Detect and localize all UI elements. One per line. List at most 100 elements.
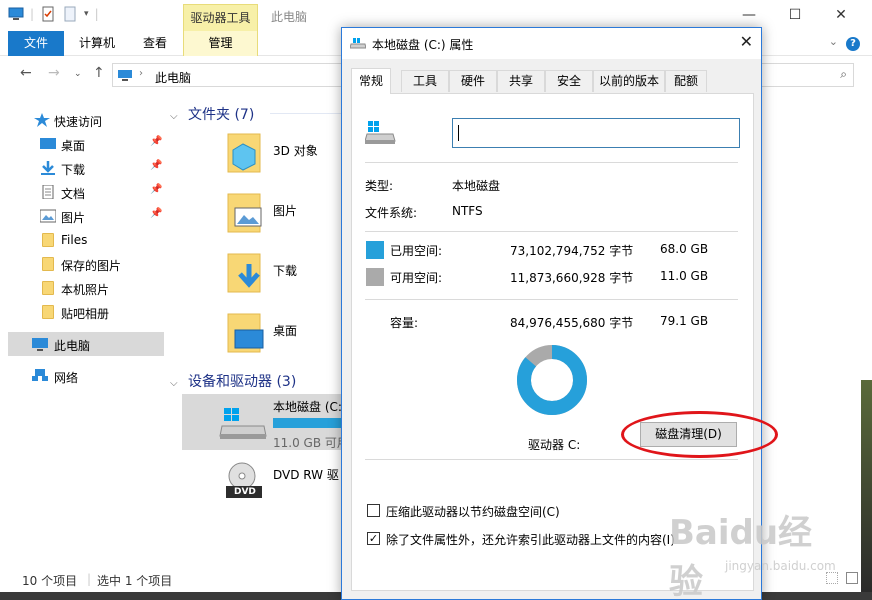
tab-hardware[interactable]: 硬件	[449, 70, 497, 92]
sidebar-item-desktop[interactable]: 桌面 📌	[8, 132, 164, 156]
sidebar-item-quick-access[interactable]: 快速访问	[8, 108, 164, 132]
compress-checkbox[interactable]	[367, 504, 380, 517]
divider	[365, 162, 738, 163]
status-selected-count: 选中 1 个项目	[97, 574, 173, 588]
explorer-title: 此电脑	[271, 10, 308, 24]
type-value: 本地磁盘	[452, 179, 501, 193]
pin-icon[interactable]: 📌	[150, 136, 162, 147]
compress-label[interactable]: 压缩此驱动器以节约磁盘空间(C)	[386, 503, 560, 520]
context-tab-label: 驱动器工具	[190, 11, 251, 25]
network-icon	[32, 369, 48, 383]
downloads-folder-icon	[225, 250, 265, 296]
qat-dropdown-icon[interactable]: ▾	[84, 9, 89, 19]
index-label[interactable]: 除了文件属性外，还允许索引此驱动器上文件的内容(I)	[386, 531, 675, 548]
sidebar-item-label: Files	[61, 233, 88, 247]
folder-tile-desktop[interactable]: 桌面	[225, 310, 345, 366]
navigation-pane: 快速访问 桌面 📌 下载 📌 文档 📌 图片 📌 Files 保存的图片 本机照…	[8, 100, 164, 560]
free-space-bytes: 11,873,660,928 字节	[510, 271, 634, 285]
index-checkbox[interactable]: ✓	[367, 532, 380, 545]
sidebar-item-downloads[interactable]: 下载 📌	[8, 156, 164, 180]
used-space-bytes: 73,102,794,752 字节	[510, 244, 634, 258]
up-arrow-icon[interactable]: ↑	[93, 65, 105, 81]
group-header-devices[interactable]: ⌵ 设备和驱动器 (3)	[170, 371, 296, 391]
properties-icon[interactable]	[40, 6, 56, 22]
dvd-drive-icon: DVD	[220, 462, 270, 505]
folder-icon	[42, 233, 54, 247]
tab-security[interactable]: 安全	[545, 70, 593, 92]
folder-tile-3d-objects[interactable]: 3D 对象	[225, 130, 345, 186]
tab-sharing[interactable]: 共享	[497, 70, 545, 92]
recent-dropdown-icon[interactable]: ⌄	[74, 69, 82, 79]
forward-arrow-icon[interactable]: →	[48, 65, 60, 81]
star-icon	[34, 113, 50, 127]
drive-tools-context-tab: 驱动器工具	[183, 4, 258, 32]
3d-objects-folder-icon	[225, 130, 265, 176]
volume-label-input[interactable]	[452, 118, 740, 148]
pictures-folder-icon	[225, 190, 265, 236]
folder-icon	[42, 305, 54, 319]
pin-icon[interactable]: 📌	[150, 184, 162, 195]
tab-computer[interactable]: 计算机	[66, 31, 128, 56]
close-icon[interactable]: ✕	[740, 32, 753, 51]
sidebar-item-tieba-album[interactable]: 贴吧相册	[8, 300, 164, 324]
maximize-button[interactable]: ☐	[772, 0, 818, 31]
group-header-folders[interactable]: ⌵ 文件夹 (7)	[170, 104, 254, 124]
desktop-background-edge	[861, 380, 872, 592]
address-input[interactable]: › 此电脑	[112, 63, 344, 87]
sidebar-item-pictures[interactable]: 图片 📌	[8, 204, 164, 228]
sidebar-item-this-pc[interactable]: 此电脑	[8, 332, 164, 356]
pc-icon	[117, 69, 133, 81]
tab-tools[interactable]: 工具	[401, 70, 449, 92]
sidebar-item-documents[interactable]: 文档 📌	[8, 180, 164, 204]
download-icon	[40, 161, 56, 175]
pin-icon[interactable]: 📌	[150, 208, 162, 219]
pc-icon[interactable]	[8, 6, 24, 22]
sidebar-item-network[interactable]: 网络	[8, 364, 164, 388]
new-folder-icon[interactable]	[62, 6, 78, 22]
back-arrow-icon[interactable]: ←	[20, 65, 32, 81]
dialog-titlebar: 本地磁盘 (C:) 属性 ✕	[342, 28, 761, 59]
pin-icon[interactable]: 📌	[150, 160, 162, 171]
close-button[interactable]: ✕	[818, 0, 864, 31]
divider	[365, 299, 738, 300]
sidebar-item-camera-roll[interactable]: 本机照片	[8, 276, 164, 300]
help-icon[interactable]: ?	[846, 37, 860, 51]
used-space-swatch	[366, 241, 384, 259]
qat-separator: |	[30, 7, 35, 21]
sidebar-item-label: 贴吧相册	[61, 307, 110, 321]
sidebar-item-saved-pictures[interactable]: 保存的图片	[8, 252, 164, 276]
qat-separator-2: |	[94, 7, 99, 21]
free-space-label: 可用空间:	[390, 271, 443, 285]
tab-previous-versions[interactable]: 以前的版本	[593, 70, 665, 92]
drive-free-space: 11.0 GB 可用	[273, 436, 349, 450]
highlight-annotation	[621, 411, 778, 458]
drive-name: DVD RW 驱	[273, 468, 339, 482]
chevron-down-icon[interactable]: ⌄	[829, 35, 838, 48]
drive-tile-c[interactable]: 本地磁盘 (C: 11.0 GB 可用	[182, 394, 357, 450]
tab-view[interactable]: 查看	[134, 31, 176, 56]
drive-tile-dvd[interactable]: DVD DVD RW 驱	[182, 462, 357, 518]
folder-tile-pictures[interactable]: 图片	[225, 190, 345, 246]
sidebar-item-label: 快速访问	[54, 115, 103, 129]
status-item-count: 10 个项目	[22, 574, 78, 588]
tab-general[interactable]: 常规	[351, 68, 391, 94]
folder-icon	[42, 257, 54, 271]
tab-file[interactable]: 文件	[8, 31, 64, 56]
local-disk-icon	[218, 404, 268, 443]
drive-name: 本地磁盘 (C:	[273, 400, 342, 414]
dialog-title: 本地磁盘 (C:) 属性	[372, 38, 474, 52]
sidebar-item-label: 保存的图片	[61, 259, 122, 273]
tab-quota[interactable]: 配额	[665, 70, 707, 92]
folder-tile-downloads[interactable]: 下载	[225, 250, 345, 306]
large-icons-view-icon[interactable]	[846, 572, 858, 584]
sidebar-item-label: 下载	[61, 163, 86, 177]
sidebar-item-files[interactable]: Files	[8, 228, 164, 252]
capacity-label: 容量:	[390, 316, 419, 330]
search-icon: ⌕	[840, 67, 847, 81]
drive-icon	[349, 37, 367, 49]
dvd-label: DVD	[234, 487, 256, 497]
tab-manage[interactable]: 管理	[183, 31, 258, 56]
folder-icon	[42, 281, 54, 295]
search-input[interactable]: ⌕	[760, 63, 854, 87]
chevron-right-icon[interactable]: ›	[139, 68, 143, 79]
